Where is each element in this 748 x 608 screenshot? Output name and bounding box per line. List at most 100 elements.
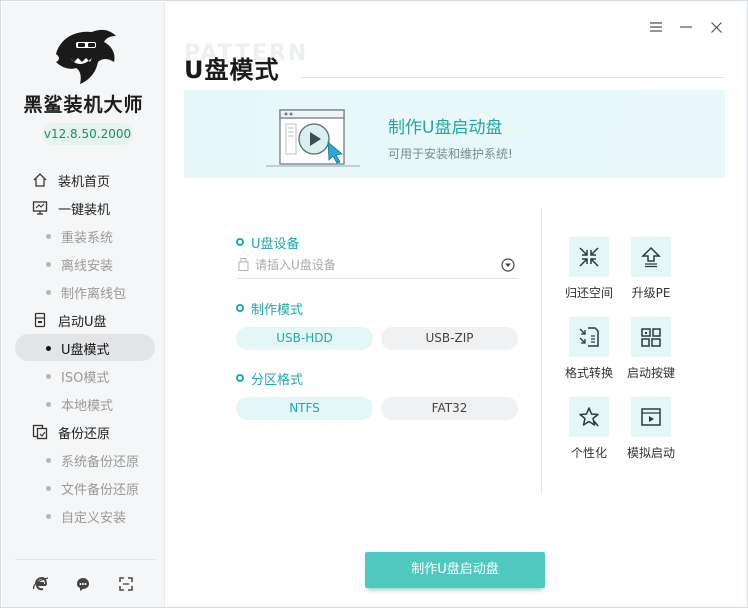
sidebar-item-label: 一键装机 bbox=[58, 202, 111, 218]
tool-personalize[interactable]: 个性化 bbox=[559, 397, 619, 461]
usb-boot-illustration bbox=[266, 109, 360, 167]
tool-label: 升级PE bbox=[631, 286, 671, 300]
mode-section-label: 制作模式 bbox=[236, 299, 518, 318]
ring-bullet-icon bbox=[236, 238, 244, 246]
sidebar-item-label: ISO模式 bbox=[61, 370, 110, 386]
home-icon bbox=[33, 173, 47, 187]
sidebar-item-label: 离线安装 bbox=[61, 258, 114, 274]
page-title: U盘模式 bbox=[184, 56, 280, 84]
sidebar-item-offline-install[interactable]: 离线安装 bbox=[2, 250, 165, 278]
sidebar-item-system-backup[interactable]: 系统备份还原 bbox=[2, 446, 165, 474]
tool-icon-box bbox=[569, 317, 609, 357]
sidebar-item-label: 系统备份还原 bbox=[61, 454, 140, 470]
tool-format-convert[interactable]: 格式转换 bbox=[559, 317, 619, 381]
shrink-arrows-icon bbox=[579, 247, 599, 267]
sidebar-item-label: 自定义安装 bbox=[61, 510, 127, 526]
sidebar-item-label: 重装系统 bbox=[61, 230, 114, 246]
sidebar-item-home[interactable]: 装机首页 bbox=[2, 166, 165, 194]
file-convert-icon bbox=[579, 327, 599, 347]
sidebar-item-backup-restore[interactable]: 备份还原 bbox=[2, 418, 165, 446]
upgrade-arrow-icon bbox=[641, 246, 661, 268]
device-placeholder: 请插入U盘设备 bbox=[255, 258, 336, 272]
device-label: U盘设备 bbox=[251, 236, 300, 252]
tool-icon-box bbox=[631, 237, 671, 277]
sidebar-item-label: 制作离线包 bbox=[61, 286, 127, 302]
keyboard-keys-icon bbox=[641, 328, 661, 347]
tool-restore-space[interactable]: 归还空间 bbox=[559, 237, 619, 301]
sidebar-item-usb-mode[interactable]: U盘模式 bbox=[2, 334, 165, 362]
bullet-dot bbox=[46, 345, 51, 351]
tool-label: 归还空间 bbox=[564, 286, 613, 300]
usb-drive-icon bbox=[238, 258, 249, 271]
shark-logo bbox=[56, 29, 116, 84]
mode-option-usb-zip[interactable]: USB-ZIP bbox=[381, 327, 518, 350]
sidebar-footer bbox=[2, 572, 165, 596]
tool-icon-box bbox=[631, 397, 671, 437]
device-section-label: U盘设备 bbox=[236, 233, 518, 252]
close-icon[interactable] bbox=[707, 18, 725, 36]
tool-icon-box bbox=[569, 397, 609, 437]
sidebar-item-reinstall-system[interactable]: 重装系统 bbox=[2, 222, 165, 250]
simulate-window-icon bbox=[641, 408, 661, 426]
sidebar-item-label: 启动U盘 bbox=[58, 314, 107, 330]
banner: 制作U盘启动盘 可用于安装和维护系统! bbox=[184, 90, 725, 178]
tool-label: 模拟启动 bbox=[626, 446, 675, 460]
mode-options: USB-HDD USB-ZIP bbox=[236, 327, 518, 350]
tool-icon-box bbox=[569, 237, 609, 277]
sidebar-item-custom-install[interactable]: 自定义安装 bbox=[2, 502, 165, 530]
title-divider bbox=[301, 77, 725, 78]
tool-label: 启动按键 bbox=[626, 366, 675, 380]
sidebar: 黑鲨装机大师 v12.8.50.2000 装机首页 一键装机 重装系统 离线安装… bbox=[2, 2, 165, 607]
menu-icon[interactable] bbox=[647, 18, 665, 36]
personalize-star-icon bbox=[579, 407, 599, 427]
sidebar-nav: 装机首页 一键装机 重装系统 离线安装 制作离线包 启动U盘 U盘模式 ISO模… bbox=[2, 166, 165, 530]
ring-bullet-icon bbox=[236, 304, 244, 312]
sidebar-item-make-offline-package[interactable]: 制作离线包 bbox=[2, 278, 165, 306]
sidebar-item-boot-usb[interactable]: 启动U盘 bbox=[2, 306, 165, 334]
tool-icon-box bbox=[631, 317, 671, 357]
make-usb-boot-button[interactable]: 制作U盘启动盘 bbox=[365, 552, 545, 588]
sidebar-item-file-backup[interactable]: 文件备份还原 bbox=[2, 474, 165, 502]
partition-option-fat32[interactable]: FAT32 bbox=[381, 397, 518, 420]
sidebar-item-one-click-install[interactable]: 一键装机 bbox=[2, 194, 165, 222]
mode-label: 制作模式 bbox=[251, 302, 304, 318]
vertical-divider bbox=[541, 208, 542, 494]
bullet-dot bbox=[46, 373, 51, 379]
chevron-down-icon[interactable] bbox=[501, 258, 515, 272]
sidebar-item-local-mode[interactable]: 本地模式 bbox=[2, 390, 165, 418]
partition-label: 分区格式 bbox=[251, 372, 304, 388]
usb-drive-icon bbox=[34, 312, 46, 328]
mode-option-usb-hdd[interactable]: USB-HDD bbox=[236, 327, 373, 350]
partition-options: NTFS FAT32 bbox=[236, 397, 518, 420]
browser-icon[interactable] bbox=[31, 574, 51, 594]
window-controls bbox=[647, 18, 725, 36]
sidebar-divider bbox=[15, 559, 155, 560]
sidebar-item-label: U盘模式 bbox=[61, 342, 110, 358]
tool-upgrade-pe[interactable]: 升级PE bbox=[621, 237, 681, 301]
tool-boot-keys[interactable]: 启动按键 bbox=[621, 317, 681, 381]
version-badge: v12.8.50.2000 bbox=[42, 123, 133, 145]
bullet-dot bbox=[46, 233, 51, 239]
minimize-icon[interactable] bbox=[677, 18, 695, 36]
monitor-icon bbox=[32, 201, 48, 215]
tool-label: 个性化 bbox=[570, 446, 607, 460]
usb-settings-form: U盘设备 请插入U盘设备 制作模式 USB-HDD USB-ZIP 分区格式 N… bbox=[236, 233, 518, 420]
sidebar-item-iso-mode[interactable]: ISO模式 bbox=[2, 362, 165, 390]
app-name: 黑鲨装机大师 bbox=[23, 94, 144, 116]
sidebar-item-label: 备份还原 bbox=[58, 426, 111, 442]
app-window: 黑鲨装机大师 v12.8.50.2000 装机首页 一键装机 重装系统 离线安装… bbox=[0, 0, 748, 608]
sidebar-item-label: 文件备份还原 bbox=[61, 482, 140, 498]
fullscreen-icon[interactable] bbox=[116, 574, 136, 594]
bullet-dot bbox=[46, 289, 51, 295]
bullet-dot bbox=[46, 401, 51, 407]
ring-bullet-icon bbox=[236, 374, 244, 382]
bullet-dot bbox=[46, 457, 51, 463]
bullet-dot bbox=[46, 261, 51, 267]
tool-simulate-boot[interactable]: 模拟启动 bbox=[621, 397, 681, 461]
bullet-dot bbox=[46, 485, 51, 491]
tool-label: 格式转换 bbox=[564, 366, 613, 380]
partition-option-ntfs[interactable]: NTFS bbox=[236, 397, 373, 420]
chat-support-icon[interactable] bbox=[73, 574, 93, 594]
banner-subtitle: 可用于安装和维护系统! bbox=[388, 147, 513, 161]
usb-device-select[interactable]: 请插入U盘设备 bbox=[236, 251, 518, 279]
